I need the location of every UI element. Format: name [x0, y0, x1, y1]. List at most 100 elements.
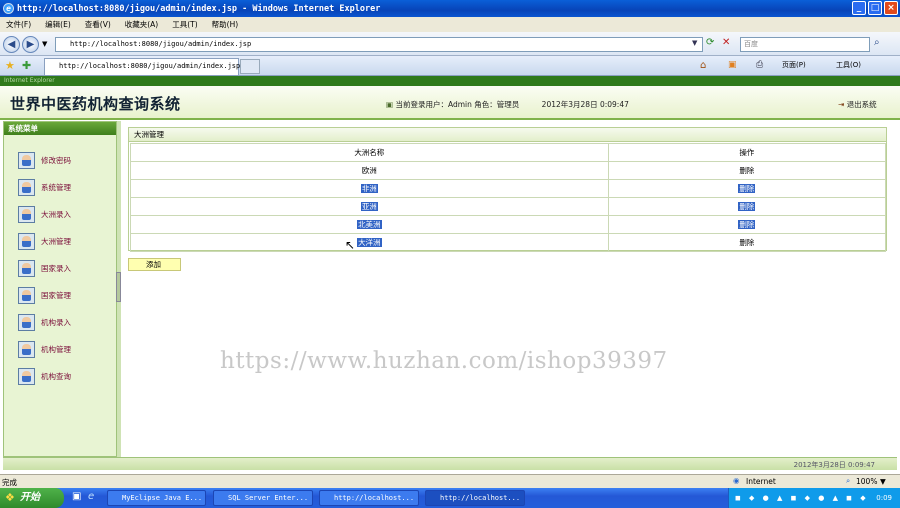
menu-edit[interactable]: 编辑(E)	[45, 19, 71, 30]
sidebar-item-system-manage[interactable]: 系统管理	[18, 178, 113, 196]
action-cell: 删除	[607, 179, 887, 198]
refresh-icon[interactable]: ⟳	[706, 37, 714, 48]
user-icon: ▣	[386, 100, 394, 109]
task-myeclipse[interactable]: MyEclipse Java E...	[107, 490, 206, 506]
sidebar-item-label: 系统管理	[41, 182, 71, 192]
add-favorites-icon[interactable]: ✚	[22, 59, 31, 72]
sidebar-item-label: 机构管理	[41, 344, 71, 354]
delete-link[interactable]: 删除	[738, 184, 756, 193]
table-row: 欧洲 删除	[130, 161, 887, 180]
search-icon[interactable]: ⌕	[874, 37, 880, 48]
start-button[interactable]: ❖ 开始	[0, 488, 64, 508]
sidebar-item-label: 修改密码	[41, 155, 71, 165]
continent-name: 亚洲	[130, 197, 609, 216]
forward-button[interactable]: ▶	[22, 36, 39, 53]
sidebar-item-label: 国家录入	[41, 263, 71, 273]
continent-name: 欧洲	[130, 161, 609, 180]
sidebar-item-continent-entry[interactable]: 大洲录入	[18, 205, 113, 223]
menu-tools[interactable]: 工具(T)	[172, 19, 197, 30]
home-icon[interactable]: ⌂	[700, 60, 706, 71]
print-icon[interactable]: ⎙	[756, 60, 763, 70]
sidebar-item-label: 机构查询	[41, 371, 71, 381]
footer-datetime: 2012年3月28日 0:09:47	[793, 461, 875, 469]
delete-link[interactable]: 删除	[739, 166, 754, 175]
delete-link[interactable]: 删除	[738, 220, 756, 229]
delete-link[interactable]: 删除	[739, 238, 754, 247]
task-browser-2[interactable]: http://localhost...	[425, 490, 525, 506]
address-input[interactable]: http://localhost:8080/jigou/admin/index.…	[55, 37, 703, 52]
header-strip: Internet Explorer	[0, 76, 900, 86]
delete-link[interactable]: 删除	[738, 202, 756, 211]
sidebar: 系统菜单 修改密码 系统管理 大洲录入 大洲管理 国家录入 国家管理 机构录入 …	[3, 121, 117, 457]
menu-favorites[interactable]: 收藏夹(A)	[125, 19, 158, 30]
exit-icon: ⇥	[838, 100, 845, 109]
tray-icons[interactable]: ◼ ◆ ● ▲ ◼ ◆ ● ▲ ◼ ◆	[735, 488, 869, 508]
tab-toolbar: ★ ✚ http://localhost:8080/jigou/admin/in…	[0, 56, 900, 76]
continent-name: 非洲	[130, 179, 609, 198]
sidebar-item-label: 大洲管理	[41, 236, 71, 246]
address-dropdown-icon[interactable]: ▼	[692, 39, 697, 47]
user-icon	[18, 151, 35, 169]
menu-file[interactable]: 文件(F)	[6, 19, 31, 30]
exit-link[interactable]: ⇥ 退出系统	[838, 99, 877, 110]
sidebar-item-country-manage[interactable]: 国家管理	[18, 286, 113, 304]
tab-current[interactable]: http://localhost:8080/jigou/admin/index.…	[44, 58, 240, 75]
sidebar-item-country-entry[interactable]: 国家录入	[18, 259, 113, 277]
continent-name-text: 北美洲	[357, 220, 382, 229]
globe-icon: ◉	[733, 476, 740, 485]
continent-name: 北美洲	[130, 215, 609, 234]
panel-title: 大洲管理	[128, 127, 887, 142]
stop-icon[interactable]: ✕	[722, 37, 730, 48]
page-menu[interactable]: 页面(P)	[782, 60, 806, 70]
history-dropdown-icon[interactable]: ▼	[42, 40, 47, 48]
feeds-icon[interactable]: ▣	[728, 60, 737, 70]
continent-name-text: 欧洲	[361, 166, 377, 175]
add-button[interactable]: 添加	[128, 258, 181, 271]
sidebar-item-org-query[interactable]: 机构查询	[18, 367, 113, 385]
tools-menu[interactable]: 工具(O)	[836, 60, 861, 70]
site-header: 世界中医药机构查询系统 ▣ 当前登录用户：Admin 角色：管理员 2012年3…	[0, 86, 900, 120]
favorites-star-icon[interactable]: ★	[5, 59, 15, 72]
address-toolbar: ◀ ▶ ▼ http://localhost:8080/jigou/admin/…	[0, 32, 900, 56]
zoom-icon[interactable]: ⌕	[846, 476, 850, 486]
column-header-name: 大洲名称	[130, 143, 609, 162]
action-cell: 删除	[607, 233, 887, 252]
menu-help[interactable]: 帮助(H)	[212, 19, 239, 30]
minimize-button[interactable]: _	[852, 1, 866, 15]
menu-view[interactable]: 查看(V)	[85, 19, 111, 30]
action-cell: 删除	[607, 161, 887, 180]
sidebar-item-label: 大洲录入	[41, 209, 71, 219]
menubar: 文件(F) 编辑(E) 查看(V) 收藏夹(A) 工具(T) 帮助(H)	[0, 17, 900, 32]
action-cell: 删除	[607, 197, 887, 216]
ie-icon: e	[3, 3, 14, 14]
start-label: 开始	[20, 492, 40, 503]
search-input[interactable]: 百度	[740, 37, 870, 52]
ie-quicklaunch-icon[interactable]: e	[88, 491, 94, 502]
user-icon	[18, 232, 35, 250]
show-desktop-icon[interactable]: ▣	[72, 491, 81, 502]
continent-name-text: 亚洲	[360, 202, 378, 211]
close-button[interactable]: ×	[884, 1, 898, 15]
watermark-text: https://www.huzhan.com/ishop39397	[220, 348, 668, 374]
sidebar-item-org-entry[interactable]: 机构录入	[18, 313, 113, 331]
continent-name-text: 非洲	[360, 184, 378, 193]
sidebar-item-org-manage[interactable]: 机构管理	[18, 340, 113, 358]
new-tab-button[interactable]	[240, 59, 260, 74]
zoom-level[interactable]: 100%	[856, 477, 877, 486]
sidebar-item-change-password[interactable]: 修改密码	[18, 151, 113, 169]
back-button[interactable]: ◀	[3, 36, 20, 53]
zoom-dropdown-icon[interactable]: ▼	[880, 477, 886, 486]
column-header-action: 操作	[607, 143, 887, 162]
sidebar-item-continent-manage[interactable]: 大洲管理	[18, 232, 113, 250]
task-sqlserver[interactable]: SQL Server Enter...	[213, 490, 313, 506]
sidebar-item-label: 机构录入	[41, 317, 71, 327]
user-info: ▣ 当前登录用户：Admin 角色：管理员 2012年3月28日 0:09:47	[386, 99, 629, 110]
maximize-button[interactable]: □	[868, 1, 882, 15]
user-icon	[18, 286, 35, 304]
system-title: 世界中医药机构查询系统	[10, 95, 181, 113]
header-datetime: 2012年3月28日 0:09:47	[541, 100, 629, 109]
action-cell: 删除	[607, 215, 887, 234]
user-icon	[18, 205, 35, 223]
task-browser-1[interactable]: http://localhost...	[319, 490, 419, 506]
user-icon	[18, 313, 35, 331]
